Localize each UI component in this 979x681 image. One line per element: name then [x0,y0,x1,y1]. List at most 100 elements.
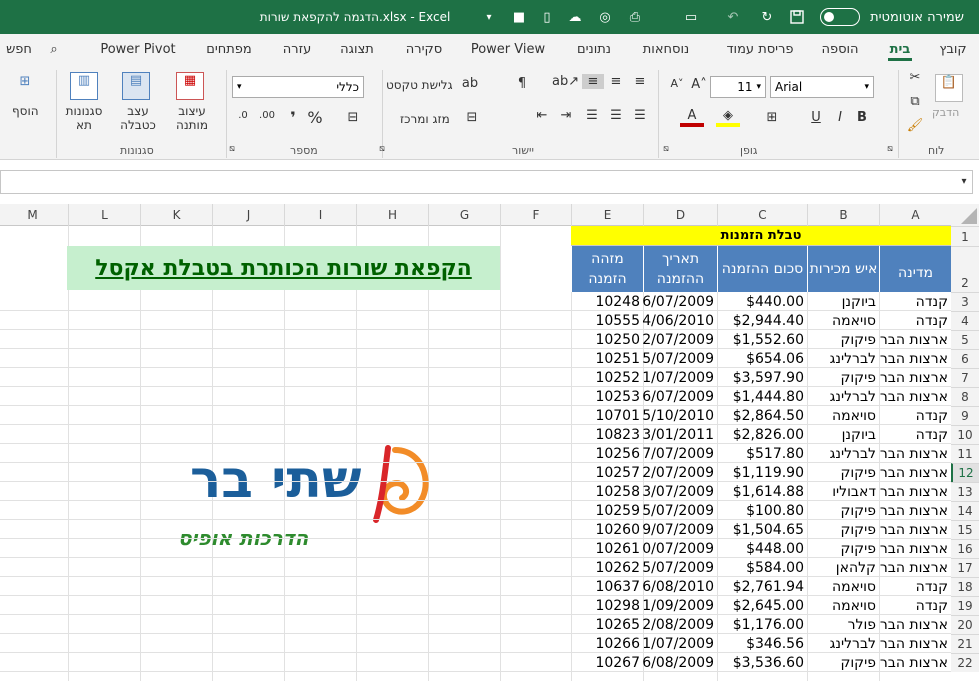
undo-icon[interactable]: ↶ [722,0,744,34]
cell-sales[interactable]: פיקוק [807,539,879,558]
cell-amount[interactable]: $1,119.90 [717,463,807,482]
cell-sales[interactable]: פיקוק [807,463,879,482]
cell-styles-icon[interactable]: ▥ [70,72,98,100]
cell-amount[interactable]: $2,864.50 [717,406,807,425]
cell-country[interactable]: ארצות הברית [879,349,951,368]
column-header-f[interactable]: F [500,204,571,226]
tab-formulas[interactable]: נוסחאות [630,34,702,64]
row-header[interactable]: 11 [951,444,979,463]
align-top-icon[interactable]: ≡ [630,74,650,89]
alignment-launcher-icon[interactable]: ⧅ [376,144,388,154]
chevron-down-icon[interactable]: ▾ [864,82,869,92]
cell-date[interactable]: 12/07/2009 [643,330,717,349]
tab-insert[interactable]: הוספה [812,34,868,64]
chevron-down-icon[interactable]: ▾ [958,176,970,187]
row-header[interactable]: 21 [951,634,979,653]
cell-country[interactable]: ארצות הברית [879,387,951,406]
cell-date[interactable]: 31/07/2009 [643,634,717,653]
frame-icon[interactable]: ▯ [536,0,558,34]
cell-amount[interactable]: $584.00 [717,558,807,577]
tab-home[interactable]: בית [880,34,920,64]
cell-date[interactable]: 12/08/2009 [643,615,717,634]
cell-sales[interactable]: סויאמה [807,596,879,615]
cell-sales[interactable]: סויאמה [807,311,879,330]
cell-country[interactable]: ארצות הברית [879,330,951,349]
cell-country[interactable]: ארצות הברית [879,444,951,463]
italic-icon[interactable]: I [830,110,850,125]
tab-search[interactable]: חפש [0,34,38,64]
cell-date[interactable]: 15/10/2010 [643,406,717,425]
cell-styles-label[interactable]: סגנונות תא [62,104,106,132]
cell-amount[interactable]: $448.00 [717,539,807,558]
row-header[interactable]: 17 [951,558,979,577]
cell-amount[interactable]: $1,176.00 [717,615,807,634]
paste-label[interactable]: הדבק [932,106,959,119]
copy-icon[interactable]: ⧉ [905,94,925,109]
bold-icon[interactable]: B [852,110,872,125]
align-left-icon[interactable]: ☰ [630,108,650,123]
cell-amount[interactable]: $1,552.60 [717,330,807,349]
cell-sales[interactable]: דאבוליו [807,482,879,501]
conditional-format-label[interactable]: עיצוב מותנה [170,104,214,132]
align-middle-icon[interactable]: ≡ [606,74,626,89]
cell-sales[interactable]: ביוקנן [807,425,879,444]
row-header[interactable]: 14 [951,501,979,520]
cell-id[interactable]: 10259 [571,501,643,520]
cell-country[interactable]: ארצות הברית [879,482,951,501]
format-table-icon[interactable]: ▤ [122,72,150,100]
column-header-j[interactable]: J [212,204,284,226]
column-header-g[interactable]: G [428,204,500,226]
increase-font-icon[interactable]: A˄ [690,77,708,92]
insert-label[interactable]: הוסף [12,104,39,118]
cell-date[interactable]: 25/07/2009 [643,501,717,520]
wrap-text-icon[interactable]: ab [460,76,480,91]
orientation-icon[interactable]: ab↗ [552,74,579,89]
cell-id[interactable]: 10298 [571,596,643,615]
cell-id[interactable]: 10258 [571,482,643,501]
cell-country[interactable]: קנדה [879,292,951,311]
cell-date[interactable]: 30/07/2009 [643,539,717,558]
cell-amount[interactable]: $654.06 [717,349,807,368]
column-header-k[interactable]: K [140,204,212,226]
cell-country[interactable]: קנדה [879,311,951,330]
column-header-d[interactable]: D [643,204,717,226]
tab-review[interactable]: סקירה [398,34,450,64]
format-painter-icon[interactable]: 🖌 [905,118,925,133]
paste-icon[interactable]: 📋 [935,74,963,102]
row-header[interactable]: 8 [951,387,979,406]
cell-id[interactable]: 10250 [571,330,643,349]
cell-amount[interactable]: $2,645.00 [717,596,807,615]
column-header-c[interactable]: C [717,204,807,226]
number-launcher-icon[interactable]: ⧅ [226,144,238,154]
customize-qat-icon[interactable]: ▾ [480,0,498,34]
cell-country[interactable]: ארצות הברית [879,501,951,520]
borders-icon[interactable]: ⊞ [760,110,784,125]
cell-country[interactable]: קנדה [879,596,951,615]
cell-date[interactable]: 29/07/2009 [643,520,717,539]
row-header[interactable]: 12 [951,463,979,482]
cell-date[interactable]: 11/07/2009 [643,368,717,387]
cell-sales[interactable]: פיקוק [807,520,879,539]
cell-amount[interactable]: $100.80 [717,501,807,520]
tab-help[interactable]: עזרה [276,34,318,64]
column-header-h[interactable]: H [356,204,428,226]
row-header[interactable]: 18 [951,577,979,596]
cell-id[interactable]: 10265 [571,615,643,634]
cell-sales[interactable]: פיקוק [807,368,879,387]
cell-id[interactable]: 10260 [571,520,643,539]
row-header[interactable]: 6 [951,349,979,368]
row-header[interactable]: 3 [951,292,979,311]
format-table-label[interactable]: עצב כטבלה [116,104,160,132]
tab-power-pivot[interactable]: Power Pivot [96,34,180,64]
cell-amount[interactable]: $1,614.88 [717,482,807,501]
print-preview-icon[interactable]: ⎙ [624,0,646,34]
row-header[interactable]: 4 [951,311,979,330]
cell-country[interactable]: קנדה [879,406,951,425]
tab-data[interactable]: נתונים [566,34,622,64]
wrap-text-label[interactable]: גלישת טקסט [386,78,453,92]
worksheet-grid[interactable]: A B C D E F G H I J K L M 1 2 טבלת הזמנו… [0,204,979,681]
cell-id[interactable]: 10262 [571,558,643,577]
fill-color-icon[interactable]: ◈ [716,108,740,127]
row-header[interactable]: 10 [951,425,979,444]
cell-date[interactable]: 04/06/2010 [643,311,717,330]
